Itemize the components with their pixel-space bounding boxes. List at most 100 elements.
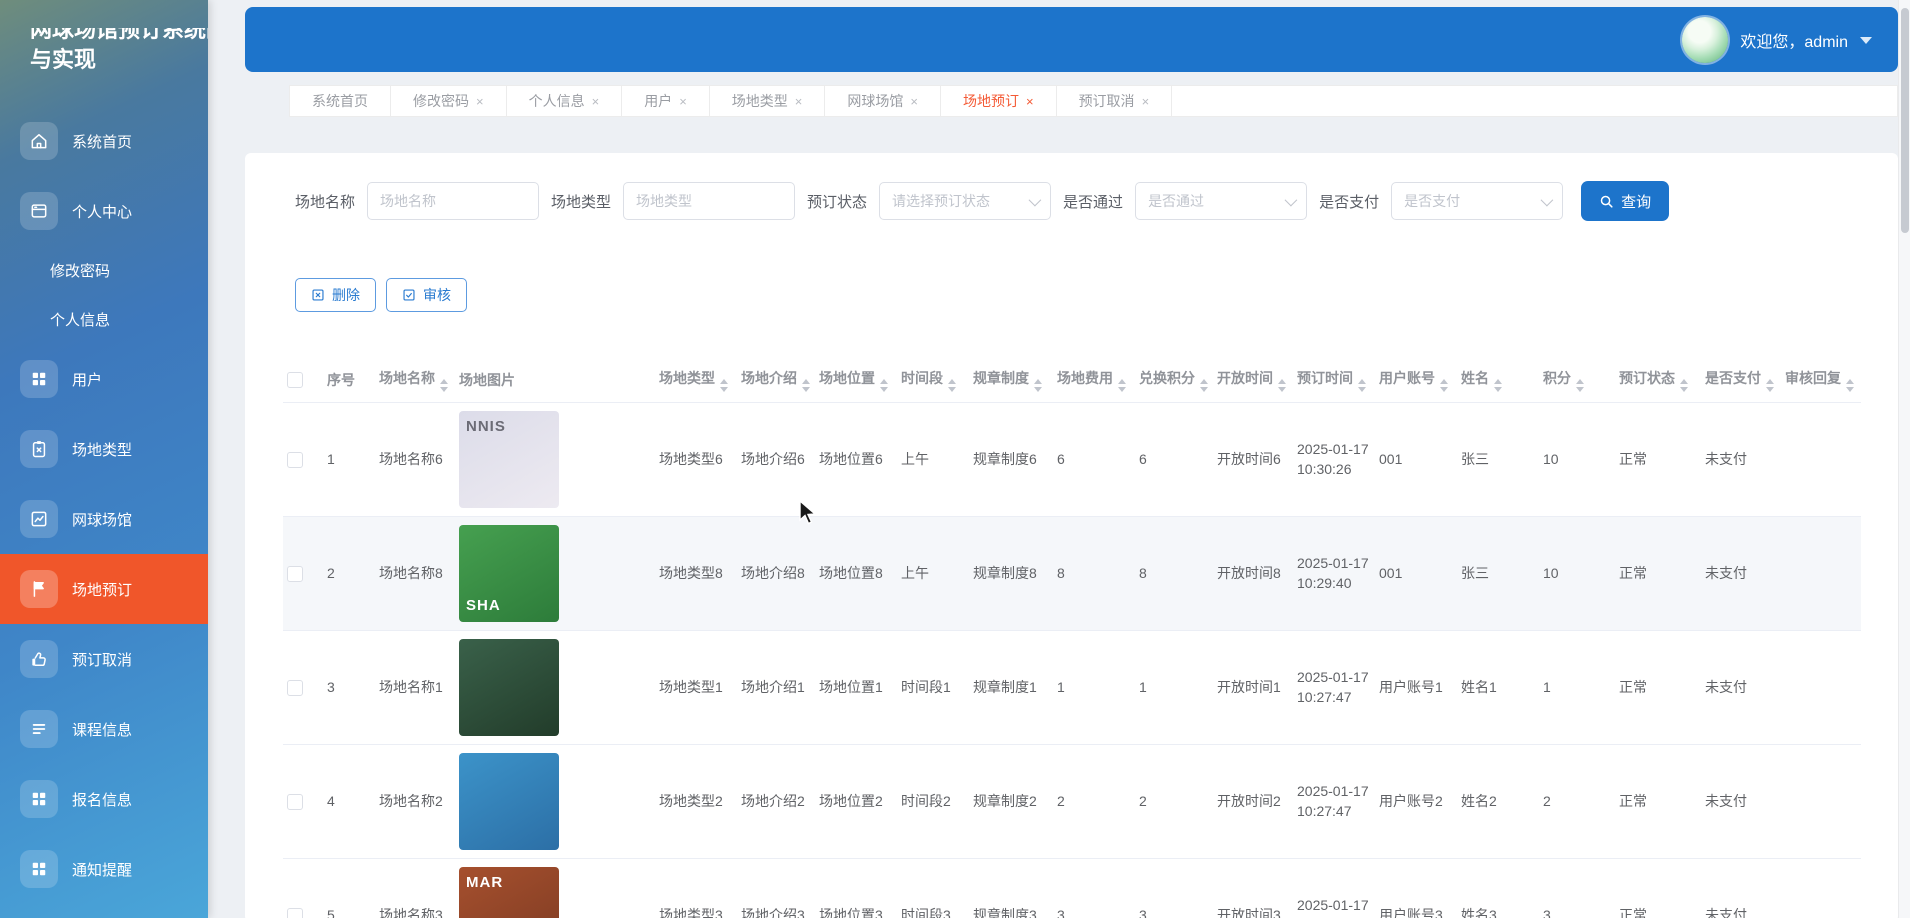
table-row-3[interactable]: 4场地名称2 场地类型2场地介绍2场地位置2时间段2规章制度222开放时间220… (283, 744, 1861, 858)
column-header-15[interactable]: 预订状态 (1615, 358, 1701, 402)
select-all-checkbox[interactable] (287, 372, 303, 388)
venue-photo[interactable] (459, 753, 559, 850)
sidebar-subitem-3[interactable]: 个人信息 (0, 295, 208, 344)
row-checkbox[interactable] (287, 908, 303, 918)
column-header-1[interactable]: 场地名称 (375, 358, 455, 402)
sidebar-item-1[interactable]: 个人中心 (0, 176, 208, 246)
sidebar-item-9[interactable]: 课程信息 (0, 694, 208, 764)
sort-icon[interactable] (1576, 379, 1584, 392)
cell-reply (1781, 744, 1861, 858)
sidebar-item-7[interactable]: 场地预订 (0, 554, 208, 624)
vertical-scrollbar[interactable] (1898, 0, 1910, 918)
tab-1[interactable]: 修改密码 × (391, 86, 507, 116)
sort-icon[interactable] (1200, 379, 1208, 392)
sort-icon[interactable] (1118, 379, 1126, 392)
close-icon[interactable]: × (795, 94, 803, 109)
column-header-7[interactable]: 规章制度 (969, 358, 1053, 402)
sort-icon[interactable] (948, 379, 956, 392)
booking-status-select[interactable]: 请选择预订状态 (879, 182, 1051, 220)
column-header-10[interactable]: 开放时间 (1213, 358, 1293, 402)
venue-photo[interactable]: NNIS (459, 411, 559, 508)
tab-6[interactable]: 场地预订 × (941, 86, 1057, 116)
sort-icon[interactable] (440, 379, 448, 392)
sort-icon[interactable] (802, 379, 810, 392)
column-header-3[interactable]: 场地类型 (655, 358, 737, 402)
table-row-0[interactable]: 1场地名称6 NNIS 场地类型6场地介绍6场地位置6上午规章制度666开放时间… (283, 402, 1861, 516)
table-row-1[interactable]: 2场地名称8 SHA 场地类型8场地介绍8场地位置8上午规章制度888开放时间8… (283, 516, 1861, 630)
column-header-8[interactable]: 场地费用 (1053, 358, 1135, 402)
cell-status: 正常 (1615, 402, 1701, 516)
sort-icon[interactable] (1846, 379, 1854, 392)
tab-5[interactable]: 网球场馆 × (825, 86, 941, 116)
column-header-4[interactable]: 场地介绍 (737, 358, 815, 402)
column-header-16[interactable]: 是否支付 (1701, 358, 1781, 402)
table-row-2[interactable]: 3场地名称1 场地类型1场地介绍1场地位置1时间段1规章制度111开放时间120… (283, 630, 1861, 744)
close-icon[interactable]: × (679, 94, 687, 109)
sort-icon[interactable] (1358, 379, 1366, 392)
column-header-5[interactable]: 场地位置 (815, 358, 897, 402)
sort-icon[interactable] (1494, 379, 1502, 392)
sidebar-item-5[interactable]: 场地类型 (0, 414, 208, 484)
tab-3[interactable]: 用户 × (622, 86, 710, 116)
column-header-17[interactable]: 审核回复 (1781, 358, 1861, 402)
venue-type-input[interactable] (623, 182, 795, 220)
column-header-13[interactable]: 姓名 (1457, 358, 1539, 402)
column-header-label: 姓名 (1461, 370, 1489, 386)
row-checkbox[interactable] (287, 566, 303, 582)
sidebar-item-10[interactable]: 报名信息 (0, 764, 208, 834)
sidebar-subitem-2[interactable]: 修改密码 (0, 246, 208, 295)
row-checkbox[interactable] (287, 452, 303, 468)
paid-select[interactable]: 是否支付 (1391, 182, 1563, 220)
scrollbar-thumb[interactable] (1901, 8, 1909, 233)
tab-7[interactable]: 预订取消 × (1057, 86, 1173, 116)
sidebar-item-8[interactable]: 预订取消 (0, 624, 208, 694)
approved-select[interactable]: 是否通过 (1135, 182, 1307, 220)
user-menu[interactable]: 欢迎您，admin (1682, 17, 1872, 63)
close-icon[interactable]: × (1026, 94, 1034, 109)
close-icon[interactable]: × (910, 94, 918, 109)
column-header-0: 序号 (323, 358, 375, 402)
row-checkbox-cell (283, 516, 323, 630)
sidebar-item-6[interactable]: 网球场馆 (0, 484, 208, 554)
cell-book_time: 2025-01-17 10:27:47 (1293, 744, 1375, 858)
column-header-11[interactable]: 预订时间 (1293, 358, 1375, 402)
sort-icon[interactable] (1766, 379, 1774, 392)
review-button[interactable]: 审核 (386, 278, 467, 312)
sort-icon[interactable] (1278, 379, 1286, 392)
sidebar-item-12[interactable] (0, 904, 208, 918)
delete-button[interactable]: 删除 (295, 278, 376, 312)
sort-icon[interactable] (880, 379, 888, 392)
column-header-14[interactable]: 积分 (1539, 358, 1615, 402)
sidebar-item-label: 通知提醒 (72, 859, 132, 880)
sort-icon[interactable] (720, 379, 728, 392)
column-header-9[interactable]: 兑换积分 (1135, 358, 1213, 402)
sort-icon[interactable] (1034, 379, 1042, 392)
cell-timeslot: 时间段3 (897, 858, 969, 918)
sort-icon[interactable] (1440, 379, 1448, 392)
table-row-4[interactable]: 5场地名称3 MAR 场地类型3场地介绍3场地位置3时间段3规章制度333开放时… (283, 858, 1861, 918)
close-icon[interactable]: × (1142, 94, 1150, 109)
tab-0[interactable]: 系统首页 (290, 86, 391, 116)
venue-photo[interactable]: SHA (459, 525, 559, 622)
search-button[interactable]: 查询 (1581, 181, 1669, 221)
paid-placeholder: 是否支付 (1404, 191, 1460, 211)
avatar[interactable] (1682, 17, 1728, 63)
close-icon[interactable]: × (592, 94, 600, 109)
sidebar-item-11[interactable]: 通知提醒 (0, 834, 208, 904)
column-header-6[interactable]: 时间段 (897, 358, 969, 402)
venue-name-input[interactable] (367, 182, 539, 220)
column-header-12[interactable]: 用户账号 (1375, 358, 1457, 402)
row-checkbox[interactable] (287, 794, 303, 810)
sidebar-item-0[interactable]: 系统首页 (0, 106, 208, 176)
sidebar-item-4[interactable]: 用户 (0, 344, 208, 414)
cell-points: 2 (1135, 744, 1213, 858)
venue-photo[interactable] (459, 639, 559, 736)
sort-icon[interactable] (1680, 379, 1688, 392)
close-icon[interactable]: × (476, 94, 484, 109)
tab-4[interactable]: 场地类型 × (710, 86, 826, 116)
row-checkbox[interactable] (287, 680, 303, 696)
chevron-down-icon (1860, 37, 1872, 44)
tab-label: 场地类型 (732, 91, 788, 111)
venue-photo[interactable]: MAR (459, 867, 559, 918)
tab-2[interactable]: 个人信息 × (507, 86, 623, 116)
